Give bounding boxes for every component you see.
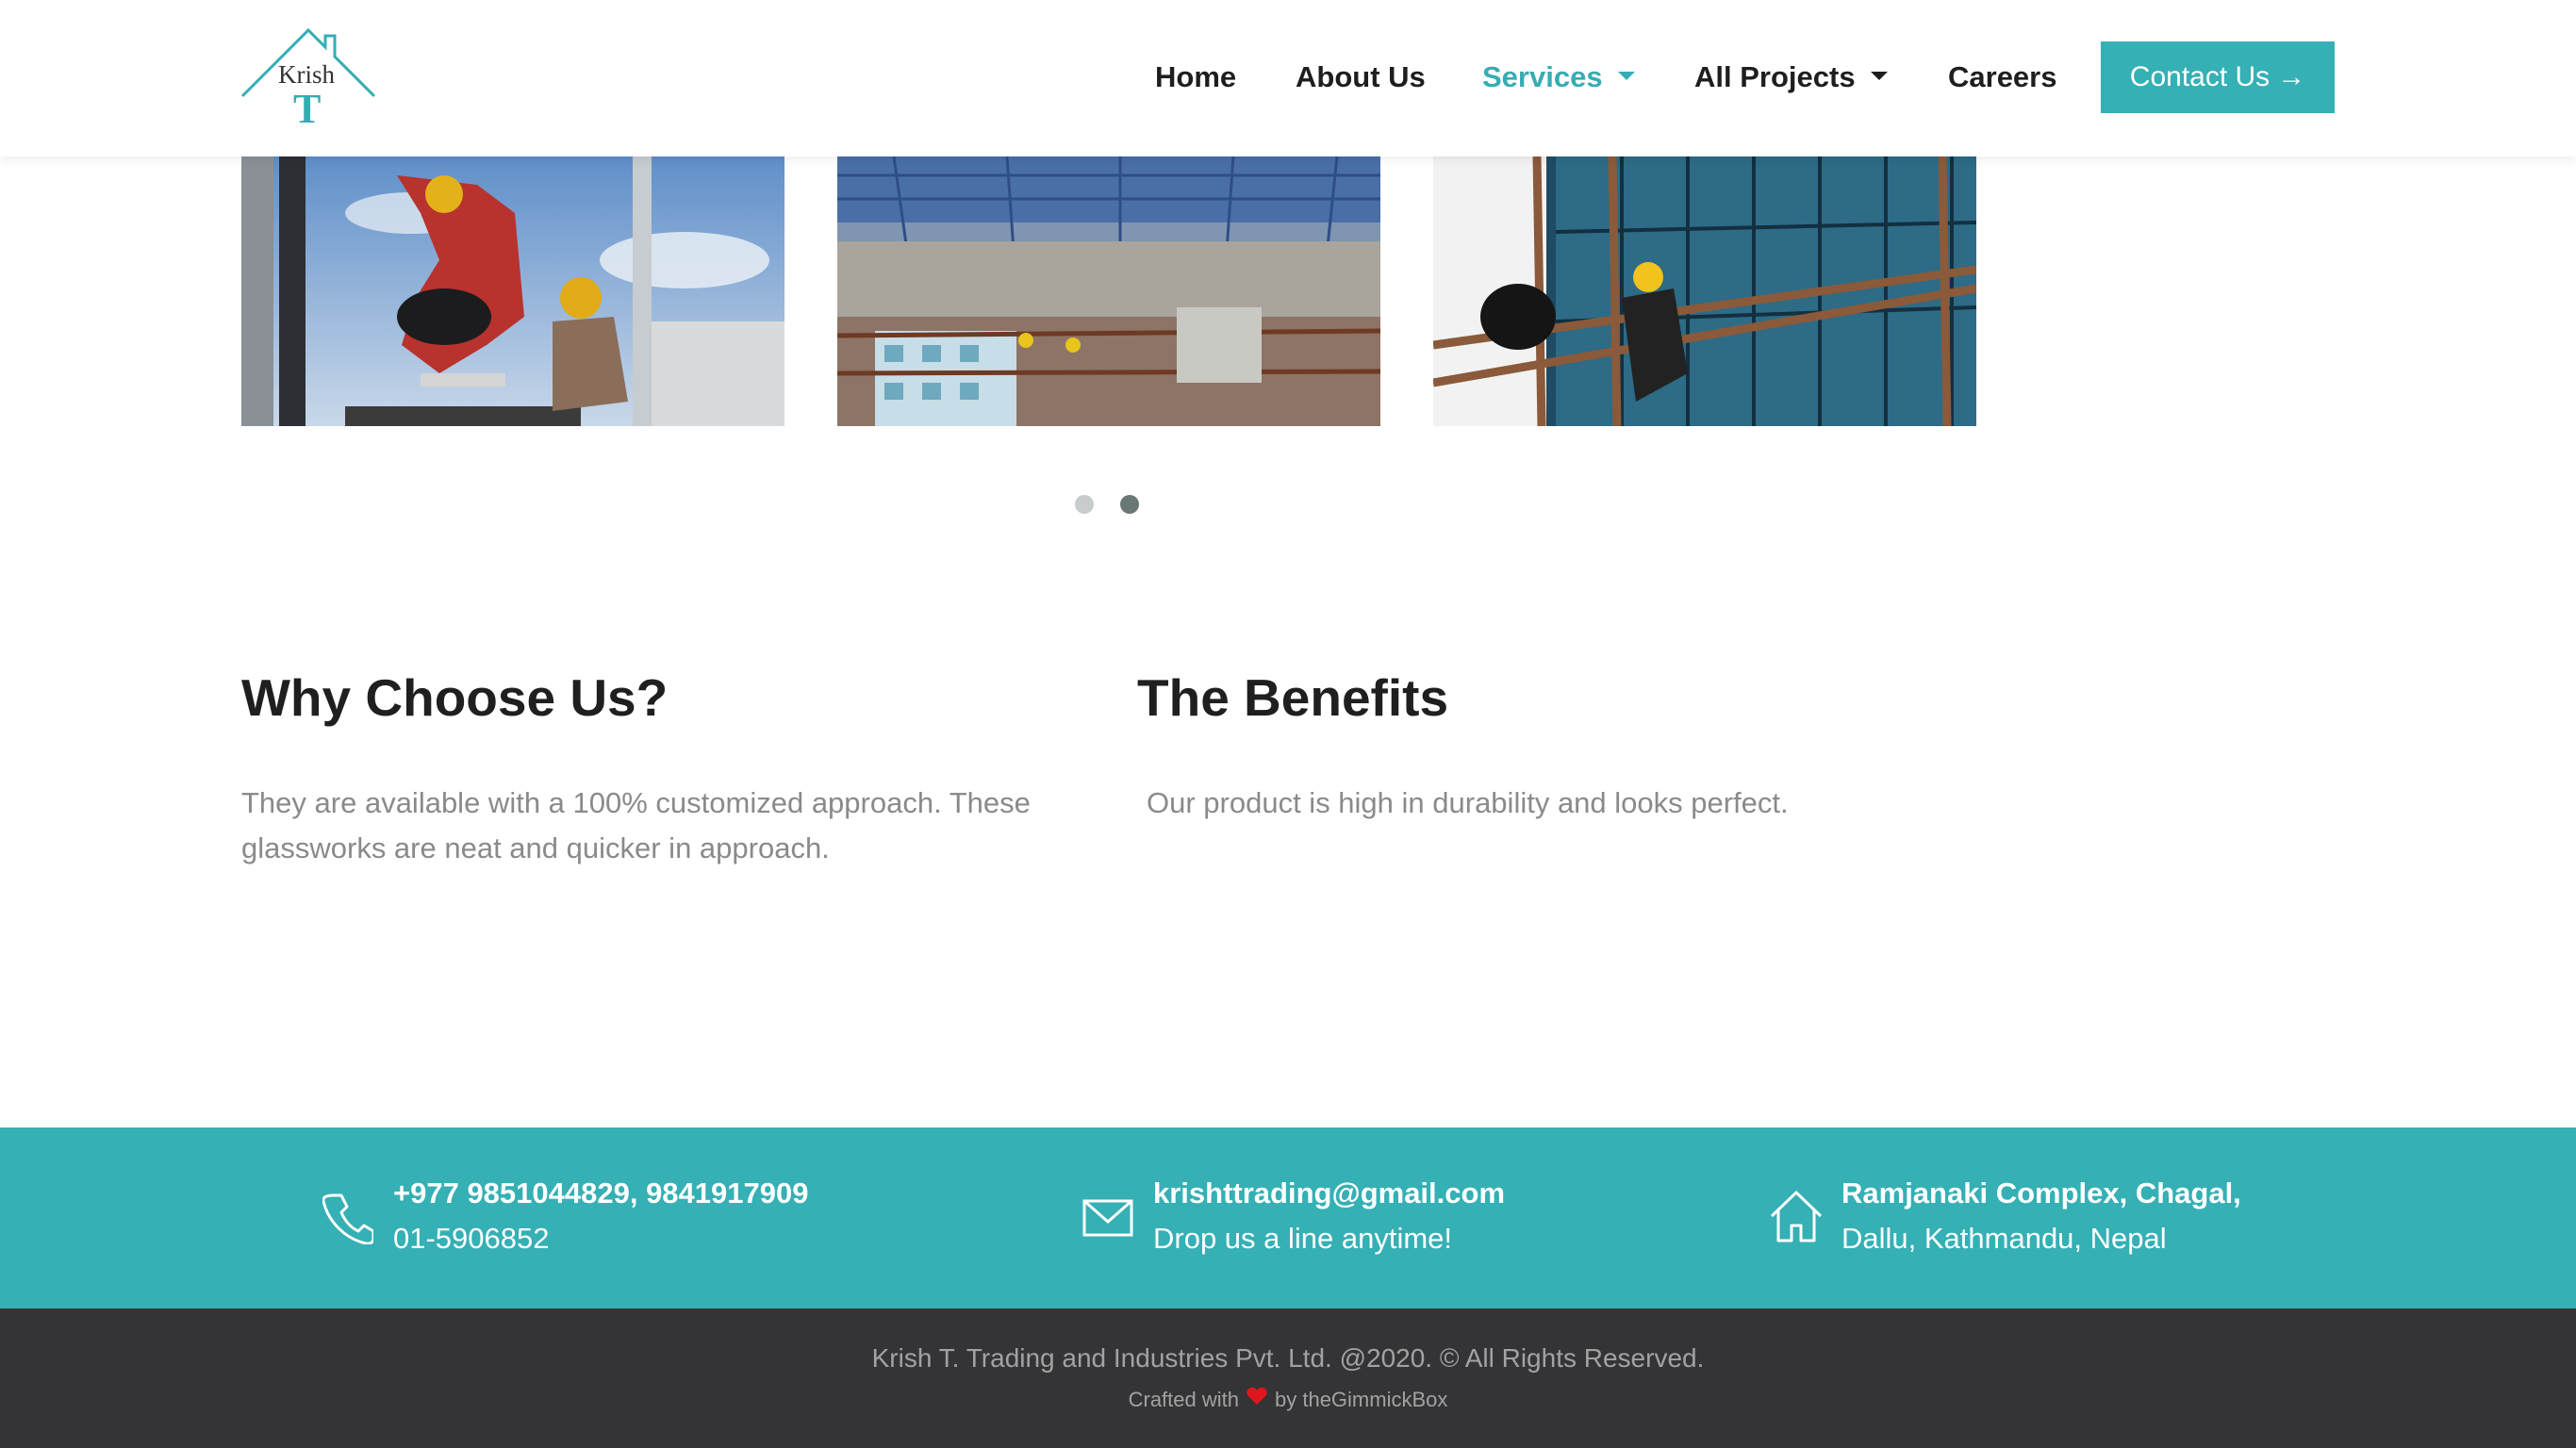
why-choose-us-text: They are available with a 100% customize… — [241, 786, 1031, 864]
nav-services-label: Services — [1482, 60, 1603, 93]
nav-careers-label: Careers — [1948, 60, 2057, 93]
address-line-2: Dallu, Kathmandu, Nepal — [1841, 1222, 2167, 1255]
phone-icon — [322, 1193, 373, 1244]
benefits-heading: The Benefits — [1137, 668, 1449, 727]
carousel-dot-1[interactable] — [1075, 495, 1094, 514]
site-footer: Krish T. Trading and Industries Pvt. Ltd… — [0, 1308, 2576, 1448]
contact-us-button[interactable]: Contact Us → — [2101, 41, 2335, 113]
email-address[interactable]: krishttrading@gmail.com — [1153, 1176, 1505, 1210]
arrow-right-icon: → — [2277, 61, 2306, 92]
contact-us-label: Contact Us — [2129, 61, 2271, 92]
benefits-text: Our product is high in durability and lo… — [1147, 786, 1789, 819]
logo-text-bottom: T — [293, 86, 321, 128]
nav-about-us-label: About Us — [1296, 60, 1426, 93]
carousel-image-steel-roof-structure — [837, 156, 1380, 426]
crafted-credit: Crafted with by theGimmickBox — [0, 1387, 2576, 1413]
landline-number[interactable]: 01-5906852 — [393, 1222, 550, 1256]
chevron-down-icon — [1617, 72, 1635, 81]
heart-icon — [1247, 1387, 1267, 1411]
address-line-1: Ramjanaki Complex, Chagal, — [1841, 1176, 2241, 1209]
chevron-down-icon — [1870, 72, 1888, 81]
carousel-image-scaffolding-glass-facade — [1433, 156, 1976, 426]
logo-house-icon: Krish T — [240, 27, 376, 132]
nav-careers[interactable]: Careers — [1948, 55, 2056, 100]
nav-home[interactable]: Home — [1155, 55, 1236, 100]
why-choose-us-heading: Why Choose Us? — [241, 668, 669, 727]
site-header: Krish T Home About Us Services All Proje… — [0, 0, 2576, 156]
nav-all-projects-label: All Projects — [1694, 60, 1856, 93]
carousel-dot-2[interactable] — [1120, 495, 1139, 514]
logo-text-top: Krish — [278, 60, 335, 89]
email-tagline: Drop us a line anytime! — [1153, 1222, 1453, 1255]
mail-icon — [1082, 1199, 1133, 1237]
crafted-prefix: Crafted with — [1128, 1388, 1239, 1411]
copyright-text: Krish T. Trading and Industries Pvt. Ltd… — [871, 1343, 1705, 1373]
crafted-suffix[interactable]: by theGimmickBox — [1275, 1388, 1447, 1411]
nav-about-us[interactable]: About Us — [1296, 55, 1426, 100]
phone-numbers[interactable]: +977 9851044829, 9841917909 — [393, 1176, 808, 1210]
contact-info-band: +977 9851044829, 9841917909 01-5906852 k… — [0, 1127, 2576, 1308]
carousel-image-workers-installing-glass — [241, 156, 784, 426]
nav-home-label: Home — [1155, 60, 1237, 93]
nav-services[interactable]: Services — [1482, 55, 1635, 100]
brand-logo[interactable]: Krish T — [240, 27, 376, 132]
home-icon — [1770, 1191, 1823, 1242]
nav-all-projects[interactable]: All Projects — [1694, 55, 1888, 100]
